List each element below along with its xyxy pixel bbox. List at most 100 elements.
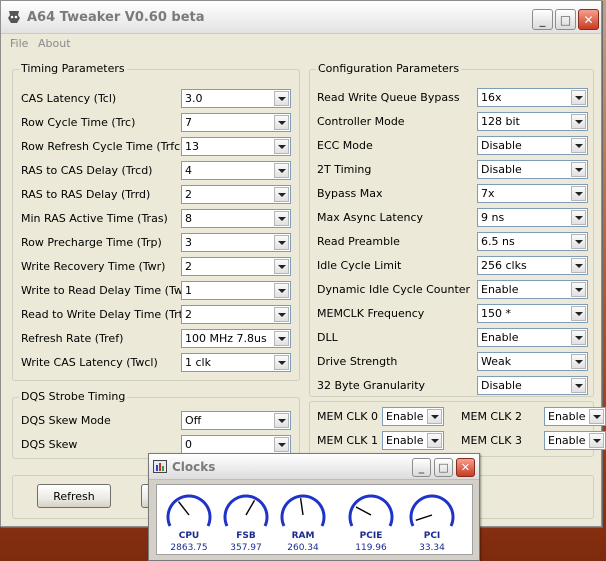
min-ras-active-time-tras-select[interactable]: 8 (181, 209, 291, 228)
chevron-down-icon[interactable] (571, 210, 586, 225)
chevron-down-icon[interactable] (274, 187, 289, 202)
read-to-write-delay-time-trtw-label: Read to Write Delay Time (Trtw) (21, 308, 197, 321)
ecc-mode-select[interactable]: Disable (477, 136, 588, 155)
memclk-frequency-select[interactable]: 150 * (477, 304, 588, 323)
clocks-close-button[interactable]: ✕ (456, 458, 475, 477)
chevron-down-icon[interactable] (274, 437, 289, 452)
gauge-name: PCI (423, 531, 441, 541)
write-to-read-delay-time-twtr-value: 1 (185, 284, 192, 297)
chevron-down-icon[interactable] (274, 355, 289, 370)
maximize-button[interactable]: □ (555, 9, 576, 30)
max-async-latency-label: Max Async Latency (317, 211, 423, 224)
read-write-queue-bypass-select[interactable]: 16x (477, 88, 588, 107)
row-cycle-time-trc-value: 7 (185, 116, 192, 129)
clocks-minimize-button[interactable]: _ (412, 458, 431, 477)
read-to-write-delay-time-trtw-select[interactable]: 2 (181, 305, 291, 324)
refresh-button[interactable]: Refresh (37, 484, 111, 508)
chevron-down-icon[interactable] (589, 409, 604, 424)
write-recovery-time-twr-value: 2 (185, 260, 192, 273)
mem-clk-3-select[interactable]: Enable (544, 431, 606, 450)
chevron-down-icon[interactable] (571, 258, 586, 273)
minimize-icon: _ (418, 461, 425, 474)
gauge-dial-icon (223, 494, 269, 527)
dqs-strobe-group: DQS Strobe Timing DQS Skew Mode Off DQS Sk… (12, 390, 300, 459)
refresh-rate-tref-select[interactable]: 100 MHz 7.8us (181, 329, 291, 348)
2t-timing-select[interactable]: Disable (477, 160, 588, 179)
ras-to-cas-delay-trcd-select[interactable]: 4 (181, 161, 291, 180)
chevron-down-icon[interactable] (427, 433, 442, 448)
close-button[interactable]: ✕ (578, 9, 599, 30)
chevron-down-icon[interactable] (571, 138, 586, 153)
clocks-gauges-panel: CPU 2863.75 FSB 357.97 RAM 260.34 PCIE 119.96 PC… (156, 484, 473, 555)
chevron-down-icon[interactable] (571, 306, 586, 321)
write-to-read-delay-time-twtr-select[interactable]: 1 (181, 281, 291, 300)
ras-to-cas-delay-trcd-label: RAS to CAS Delay (Trcd) (21, 164, 153, 177)
dqs-skew-mode-select[interactable]: Off (181, 411, 291, 430)
chevron-down-icon[interactable] (274, 259, 289, 274)
row-precharge-time-trp-select[interactable]: 3 (181, 233, 291, 252)
chevron-down-icon[interactable] (274, 235, 289, 250)
mem-clk-3-value: Enable (548, 434, 586, 447)
write-cas-latency-twcl-value: 1 clk (185, 356, 211, 369)
close-icon: ✕ (460, 461, 471, 474)
mem-clk-2-select[interactable]: Enable (544, 407, 606, 426)
row-cycle-time-trc-select[interactable]: 7 (181, 113, 291, 132)
chevron-down-icon[interactable] (571, 282, 586, 297)
max-async-latency-select[interactable]: 9 ns (477, 208, 588, 227)
ras-to-ras-delay-trrd-value: 2 (185, 188, 192, 201)
chevron-down-icon[interactable] (274, 91, 289, 106)
chevron-down-icon[interactable] (274, 163, 289, 178)
bypass-max-select[interactable]: 7x (477, 184, 588, 203)
dynamic-idle-cycle-counter-select[interactable]: Enable (477, 280, 588, 299)
clocks-maximize-button[interactable]: □ (434, 458, 453, 477)
chevron-down-icon[interactable] (274, 139, 289, 154)
title-bar[interactable]: A64 Tweaker V0.60 beta _ □ ✕ (1, 1, 601, 34)
chevron-down-icon[interactable] (571, 162, 586, 177)
drive-strength-select[interactable]: Weak (477, 352, 588, 371)
chevron-down-icon[interactable] (571, 186, 586, 201)
clocks-title-bar[interactable]: Clocks _ □ ✕ (149, 454, 479, 480)
read-preamble-select[interactable]: 6.5 ns (477, 232, 588, 251)
chevron-down-icon[interactable] (274, 115, 289, 130)
dll-select[interactable]: Enable (477, 328, 588, 347)
memclk-group: MEM CLK 0 Enable MEM CLK 2 Enable MEM CLK 1 E… (309, 401, 606, 457)
chevron-down-icon[interactable] (427, 409, 442, 424)
cas-latency-tcl-select[interactable]: 3.0 (181, 89, 291, 108)
dqs-skew-select[interactable]: 0 (181, 435, 291, 454)
row-cycle-time-trc-label: Row Cycle Time (Trc) (21, 116, 136, 129)
chevron-down-icon[interactable] (274, 211, 289, 226)
write-cas-latency-twcl-select[interactable]: 1 clk (181, 353, 291, 372)
menu-about[interactable]: About (38, 37, 71, 50)
controller-mode-select[interactable]: 128 bit (477, 112, 588, 131)
chevron-down-icon[interactable] (274, 283, 289, 298)
chevron-down-icon[interactable] (571, 234, 586, 249)
mem-clk-0-select[interactable]: Enable (382, 407, 444, 426)
menu-bar: File About (1, 35, 601, 53)
row-precharge-time-trp-value: 3 (185, 236, 192, 249)
32-byte-granularity-select[interactable]: Disable (477, 376, 588, 395)
menu-file[interactable]: File (10, 37, 28, 50)
row-precharge-time-trp-label: Row Precharge Time (Trp) (21, 236, 162, 249)
gauge-pcie: PCIE 119.96 (343, 486, 399, 555)
gauge-value: 2863.75 (170, 543, 208, 553)
row-refresh-cycle-time-trfc-select[interactable]: 13 (181, 137, 291, 156)
gauge-dial-icon (348, 494, 394, 527)
ras-to-ras-delay-trrd-select[interactable]: 2 (181, 185, 291, 204)
mem-clk-1-select[interactable]: Enable (382, 431, 444, 450)
dll-label: DLL (317, 331, 338, 344)
minimize-icon: _ (539, 12, 546, 27)
minimize-button[interactable]: _ (532, 9, 553, 30)
chevron-down-icon[interactable] (571, 330, 586, 345)
chevron-down-icon[interactable] (274, 413, 289, 428)
chevron-down-icon[interactable] (571, 114, 586, 129)
write-recovery-time-twr-select[interactable]: 2 (181, 257, 291, 276)
gauge-needle (177, 501, 190, 516)
chevron-down-icon[interactable] (571, 90, 586, 105)
chevron-down-icon[interactable] (571, 354, 586, 369)
chevron-down-icon[interactable] (274, 307, 289, 322)
chevron-down-icon[interactable] (274, 331, 289, 346)
chevron-down-icon[interactable] (589, 433, 604, 448)
idle-cycle-limit-select[interactable]: 256 clks (477, 256, 588, 275)
dynamic-idle-cycle-counter-label: Dynamic Idle Cycle Counter (317, 283, 471, 296)
chevron-down-icon[interactable] (571, 378, 586, 393)
